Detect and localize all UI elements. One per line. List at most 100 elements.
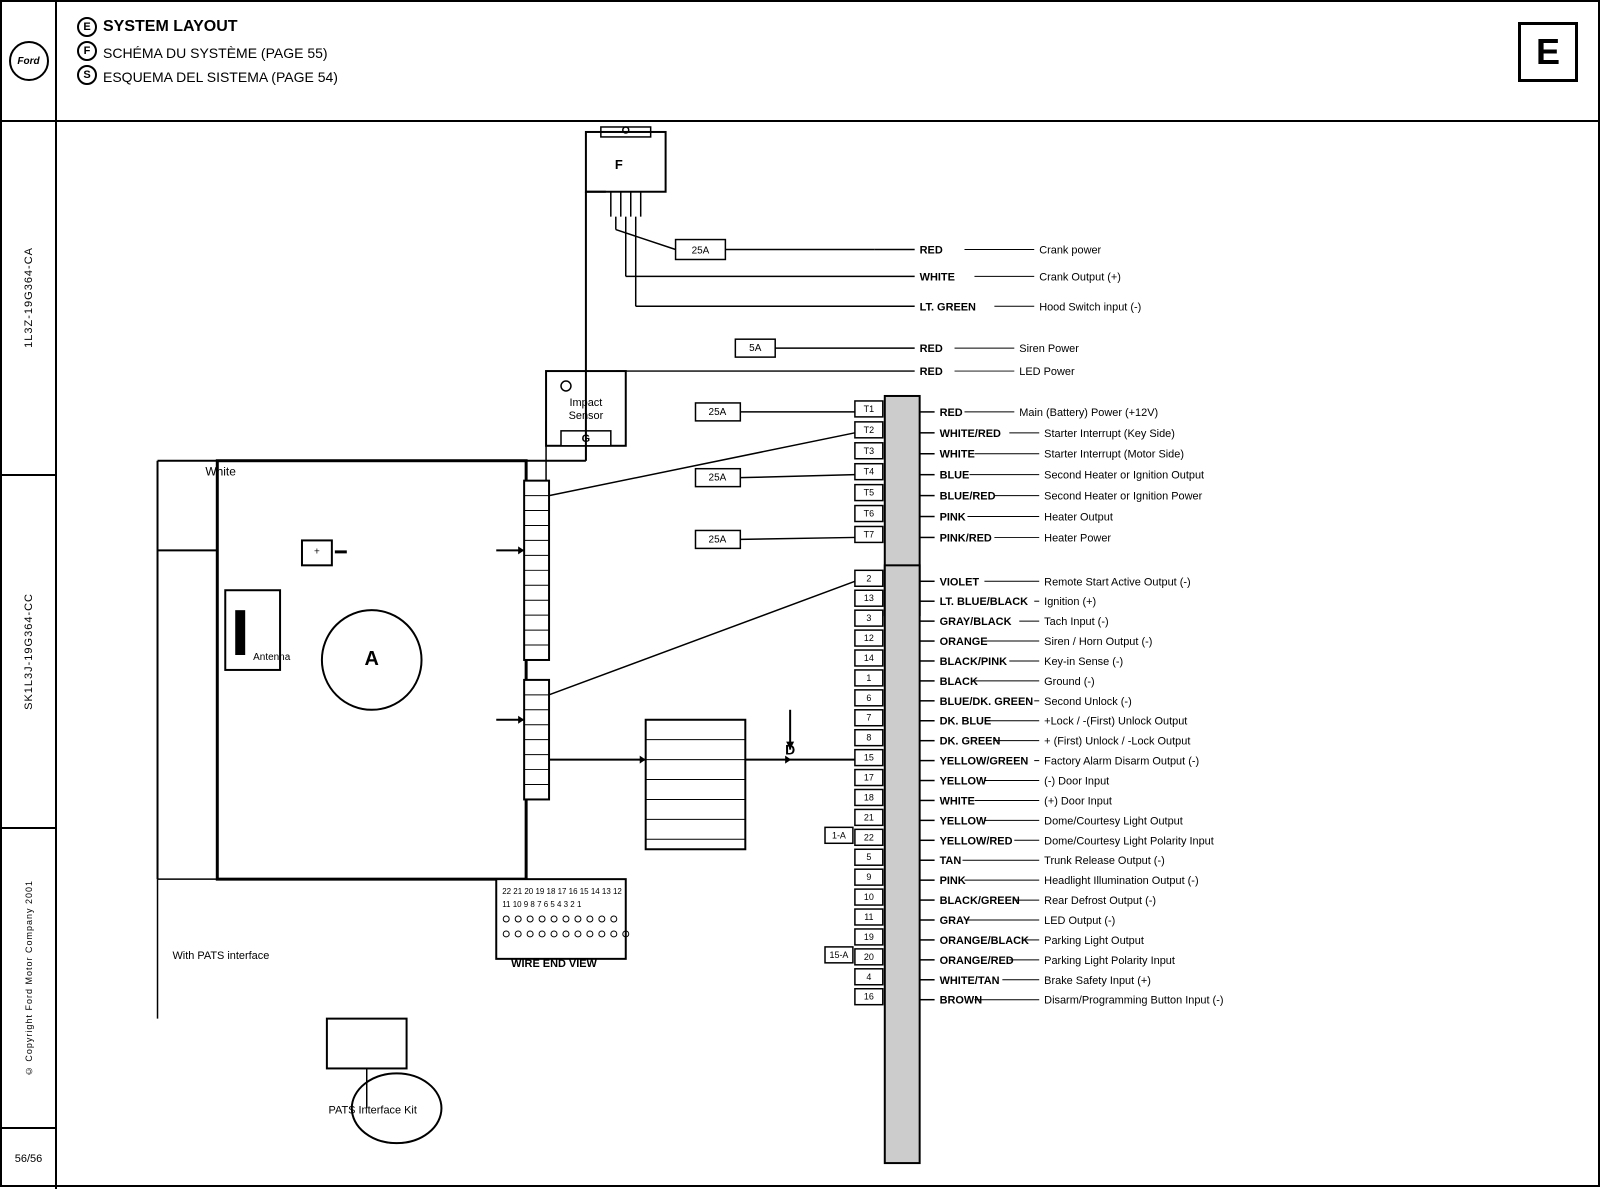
svg-text:YELLOW/GREEN: YELLOW/GREEN [940,756,1029,768]
svg-text:14: 14 [864,653,874,663]
svg-text:T5: T5 [864,488,874,498]
title-french: SCHÉMA DU SYSTÈME (PAGE 55) [103,45,328,61]
svg-text:10: 10 [864,892,874,902]
svg-text:Remote Start Active Output (-): Remote Start Active Output (-) [1044,576,1191,588]
s-circle: S [77,65,97,85]
svg-text:LT. BLUE/BLACK: LT. BLUE/BLACK [940,596,1029,608]
svg-text:Main (Battery) Power (+12V): Main (Battery) Power (+12V) [1019,407,1158,419]
svg-text:T3: T3 [864,446,874,456]
svg-text:(+) Door Input: (+) Door Input [1044,795,1112,807]
svg-text:Hood Switch input (-): Hood Switch input (-) [1039,301,1141,313]
svg-text:16: 16 [864,992,874,1002]
svg-text:WHITE: WHITE [940,795,975,807]
svg-text:PATS Interface Kit: PATS Interface Kit [329,1104,417,1116]
svg-text:+ (First) Unlock / -Lock Outpu: + (First) Unlock / -Lock Output [1044,736,1190,748]
svg-text:F: F [615,157,623,172]
svg-text:DK. BLUE: DK. BLUE [940,716,992,728]
sidebar-copyright: © Copyright Ford Motor Company 2001 [2,829,55,1129]
svg-text:PINK: PINK [940,512,966,524]
svg-text:25A: 25A [709,534,727,545]
svg-text:T6: T6 [864,509,874,519]
svg-text:RED: RED [920,343,943,355]
svg-text:11: 11 [864,912,873,922]
svg-text:PINK: PINK [940,875,966,887]
svg-text:5: 5 [866,852,871,862]
e-circle: E [77,17,97,37]
svg-text:Parking Light Output: Parking Light Output [1044,935,1144,947]
svg-text:Disarm/Programming Button Inpu: Disarm/Programming Button Input (-) [1044,995,1223,1007]
svg-text:7: 7 [866,713,871,723]
svg-text:ORANGE/BLACK: ORANGE/BLACK [940,935,1029,947]
svg-text:BLUE: BLUE [940,470,970,482]
svg-text:15-A: 15-A [829,950,848,960]
svg-text:Crank Output (+): Crank Output (+) [1039,271,1121,283]
svg-text:Trunk Release Output (-): Trunk Release Output (-) [1044,855,1165,867]
svg-text:Ignition (+): Ignition (+) [1044,596,1096,608]
svg-text:T1: T1 [864,404,874,414]
svg-text:Siren Power: Siren Power [1019,343,1079,355]
svg-text:PINK/RED: PINK/RED [940,532,992,544]
svg-text:8: 8 [866,733,871,743]
svg-text:1-A: 1-A [832,830,846,840]
svg-text:BROWN: BROWN [940,995,983,1007]
wiring-diagram: F 25A RED Crank power WHITE Crank Output… [57,122,1598,1185]
svg-text:19: 19 [864,932,874,942]
svg-text:YELLOW: YELLOW [940,815,987,827]
svg-text:Heater Output: Heater Output [1044,512,1113,524]
svg-text:Parking Light Polarity Input: Parking Light Polarity Input [1044,955,1175,967]
svg-text:Crank power: Crank power [1039,245,1101,257]
title-main: SYSTEM LAYOUT [103,18,238,36]
svg-text:4: 4 [866,972,871,982]
page-letter-box: E [1518,22,1578,82]
svg-text:RED: RED [920,245,943,257]
svg-text:DK. GREEN: DK. GREEN [940,736,1001,748]
svg-text:2: 2 [866,573,871,583]
page-container: Ford 1L3Z-19G364-CA SK1L3J-19G364-CC © C… [0,0,1600,1187]
svg-text:WHITE: WHITE [940,449,975,461]
svg-text:25A: 25A [709,407,727,418]
svg-text:25A: 25A [692,246,710,257]
svg-text:Dome/Courtesy Light Polarity I: Dome/Courtesy Light Polarity Input [1044,835,1214,847]
svg-text:WIRE END VIEW: WIRE END VIEW [511,958,597,970]
svg-text:Siren / Horn Output (-): Siren / Horn Output (-) [1044,636,1152,648]
svg-text:25A: 25A [709,473,727,484]
svg-text:11 10 9 8 7 6 5 4 3 2: 11 10 9 8 7 6 5 4 3 2 1 [502,900,582,909]
svg-text:22: 22 [864,832,874,842]
svg-text:Second Heater or Ignition Outp: Second Heater or Ignition Output [1044,470,1204,482]
sidebar-logo-section: Ford [2,2,55,122]
title-spanish: ESQUEMA DEL SISTEMA (PAGE 54) [103,69,338,85]
header: E SYSTEM LAYOUT F SCHÉMA DU SYSTÈME (PAG… [57,2,1598,122]
diagram-area: F 25A RED Crank power WHITE Crank Output… [57,122,1598,1185]
svg-text:+Lock / -(First) Unlock Output: +Lock / -(First) Unlock Output [1044,716,1187,728]
svg-text:Key-in Sense (-): Key-in Sense (-) [1044,656,1123,668]
svg-text:15: 15 [864,753,874,763]
left-sidebar: Ford 1L3Z-19G364-CA SK1L3J-19G364-CC © C… [2,2,57,1189]
svg-text:Ground (-): Ground (-) [1044,676,1094,688]
svg-text:GRAY/BLACK: GRAY/BLACK [940,616,1012,628]
svg-text:BLUE/RED: BLUE/RED [940,491,996,503]
svg-text:Starter Interrupt (Key Side): Starter Interrupt (Key Side) [1044,428,1175,440]
svg-text:WHITE: WHITE [920,271,955,283]
svg-text:Factory Alarm Disarm Output (-: Factory Alarm Disarm Output (-) [1044,756,1199,768]
svg-text:Brake Safety Input (+): Brake Safety Input (+) [1044,975,1151,987]
svg-text:With PATS interface: With PATS interface [172,950,269,962]
svg-text:LED Power: LED Power [1019,366,1075,378]
svg-text:22 21 20 19 18 17 16 15 14 13: 22 21 20 19 18 17 16 15 14 13 12 [502,887,622,896]
svg-text:17: 17 [864,773,874,783]
svg-text:White: White [205,465,236,479]
svg-text:Tach Input (-): Tach Input (-) [1044,616,1108,628]
svg-text:T2: T2 [864,425,874,435]
sidebar-part-number-2: SK1L3J-19G364-CC [2,476,55,830]
svg-text:WHITE/TAN: WHITE/TAN [940,975,1000,987]
svg-text:18: 18 [864,792,874,802]
svg-text:Second Unlock (-): Second Unlock (-) [1044,696,1132,708]
svg-text:VIOLET: VIOLET [940,576,980,588]
svg-text:12: 12 [864,633,874,643]
svg-text:BLACK/PINK: BLACK/PINK [940,656,1008,668]
svg-text:RED: RED [940,407,963,419]
svg-text:5A: 5A [749,343,762,354]
svg-text:T4: T4 [864,467,874,477]
svg-text:LT. GREEN: LT. GREEN [920,301,976,313]
svg-text:21: 21 [864,812,874,822]
svg-text:Rear Defrost Output (-): Rear Defrost Output (-) [1044,895,1156,907]
